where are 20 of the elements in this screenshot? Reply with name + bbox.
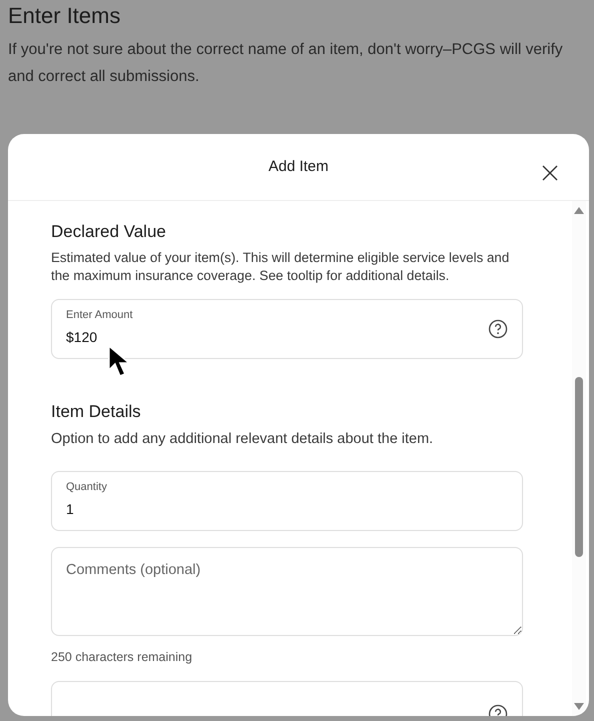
character-count: 250 characters remaining: [51, 649, 192, 666]
page-description: If you're not sure about the correct name of an item, don't worry–PCGS will verify and correct all submissions.: [7, 40, 564, 87]
modal-title: Add Item: [268, 158, 329, 176]
scroll-thumb[interactable]: [575, 377, 583, 557]
section-description: Option to add any additional relevant details about the item.: [51, 430, 434, 449]
scroll-down-icon[interactable]: [573, 702, 585, 712]
scrollbar[interactable]: [572, 201, 586, 716]
section-heading: Item Details: [51, 401, 142, 423]
help-icon[interactable]: [488, 319, 508, 339]
input-field[interactable]: Quantity 1: [51, 471, 523, 531]
section-heading: Declared Value: [51, 221, 167, 243]
input-field[interactable]: Enter Amount $120: [51, 299, 523, 359]
scroll-up-icon[interactable]: [573, 205, 585, 215]
value-input[interactable]: 1: [66, 500, 508, 518]
value-input[interactable]: $120: [66, 328, 488, 346]
field-label: Enter Amount: [66, 308, 134, 322]
page-title: Enter Items: [7, 2, 122, 30]
section-description: Estimated value of your item(s). This will determine eligible service levels and the maximum insurance coverage. See tooltip for additional details.: [51, 249, 510, 285]
comments-field[interactable]: Comments (optional): [51, 547, 523, 636]
field-label: Quantity: [66, 480, 108, 494]
